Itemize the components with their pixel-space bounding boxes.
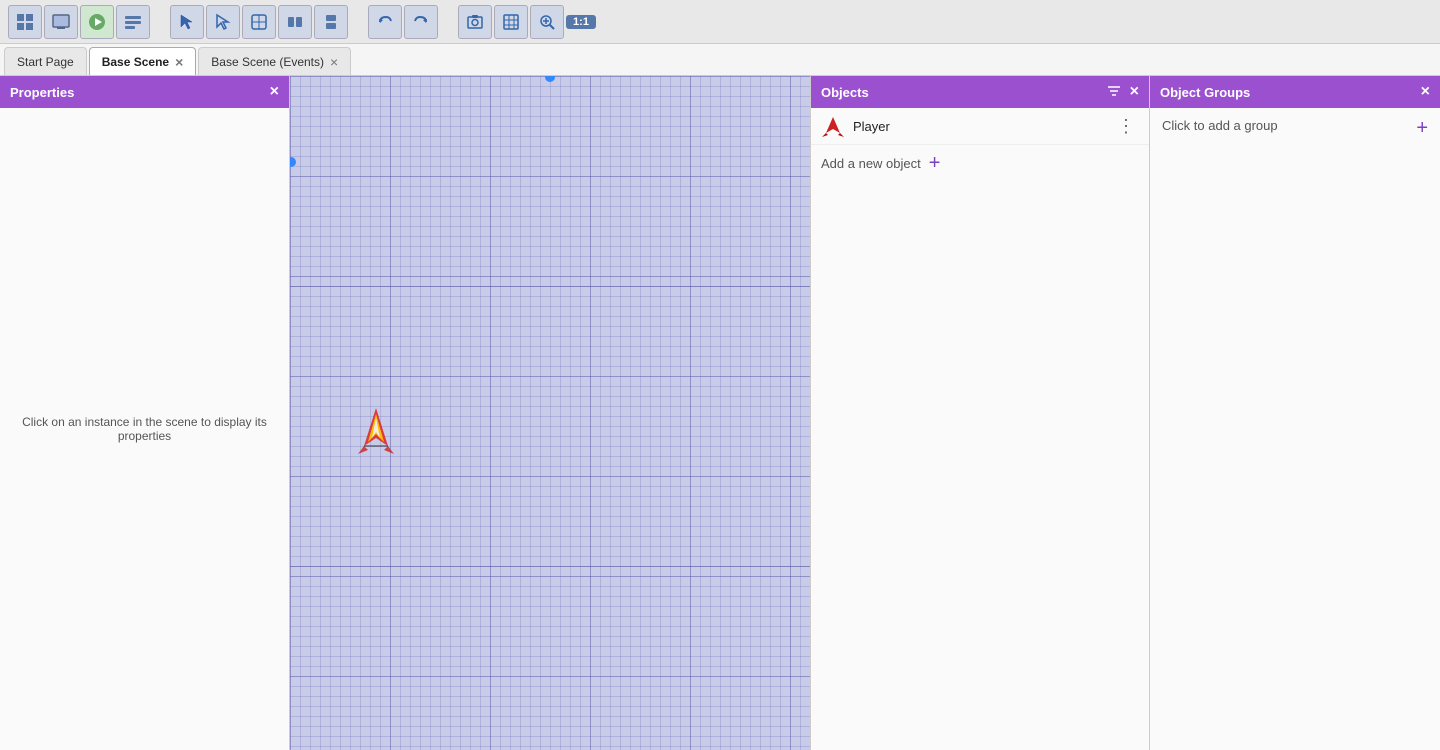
events-btn[interactable] [116, 5, 150, 39]
arrow-tool-btn[interactable] [206, 5, 240, 39]
select-tool-btn[interactable] [170, 5, 204, 39]
properties-content: Click on an instance in the scene to dis… [0, 108, 289, 750]
play-btn[interactable] [80, 5, 114, 39]
scene-canvas[interactable] [290, 76, 810, 750]
properties-panel: Properties × Click on an instance in the… [0, 76, 290, 750]
add-object-label: Add a new object [821, 156, 921, 171]
tab-base-scene-events-label: Base Scene (Events) [211, 55, 324, 69]
canvas-area[interactable] [290, 76, 810, 750]
object-groups-title: Object Groups [1160, 85, 1250, 100]
scene-btn[interactable] [44, 5, 78, 39]
add-object-btn[interactable]: + [929, 153, 941, 173]
objects-content: Player ⋮ Add a new object + [811, 108, 1149, 750]
undo-btn[interactable] [368, 5, 402, 39]
hline-1 [290, 286, 810, 287]
main-layout: Properties × Click on an instance in the… [0, 76, 1440, 750]
layout-h-btn[interactable] [278, 5, 312, 39]
objects-header-actions: × [1106, 83, 1139, 102]
toolbar: 1:1 [0, 0, 1440, 44]
history-tools [368, 5, 438, 39]
properties-header: Properties × [0, 76, 289, 108]
player-icon [821, 114, 845, 138]
tab-base-scene-events-close[interactable]: × [330, 55, 338, 69]
objects-close-btn[interactable]: × [1130, 84, 1139, 100]
tabs-bar: Start Page Base Scene × Base Scene (Even… [0, 44, 1440, 76]
zoom-ratio: 1:1 [566, 15, 596, 29]
layout-v-btn[interactable] [314, 5, 348, 39]
canvas-handle-left[interactable] [290, 157, 296, 167]
zoom-btn[interactable] [530, 5, 564, 39]
home-icon[interactable] [8, 5, 42, 39]
tab-base-scene[interactable]: Base Scene × [89, 47, 197, 75]
redo-btn[interactable] [404, 5, 438, 39]
file-tools [8, 5, 150, 39]
add-group-label[interactable]: Click to add a group [1162, 118, 1408, 133]
object-groups-panel: Object Groups × Click to add a group + [1150, 76, 1440, 750]
object-row-player[interactable]: Player ⋮ [811, 108, 1149, 145]
tab-base-scene-events[interactable]: Base Scene (Events) × [198, 47, 351, 75]
grid-btn[interactable] [494, 5, 528, 39]
view-tools: 1:1 [458, 5, 596, 39]
tab-start-page[interactable]: Start Page [4, 47, 87, 75]
properties-title: Properties [10, 85, 74, 100]
properties-header-actions: × [270, 84, 279, 100]
edit-tools [170, 5, 348, 39]
objects-header: Objects × [811, 76, 1149, 108]
properties-close-btn[interactable]: × [270, 84, 279, 100]
screenshot-btn[interactable] [458, 5, 492, 39]
object-groups-content[interactable]: Click to add a group + [1150, 108, 1440, 750]
tab-base-scene-close[interactable]: × [175, 55, 183, 69]
tab-start-page-label: Start Page [17, 55, 74, 69]
canvas-handle-top[interactable] [545, 76, 555, 82]
edit-btn[interactable] [242, 5, 276, 39]
filter-icon[interactable] [1106, 83, 1122, 102]
objects-panel: Objects × [810, 76, 1150, 750]
object-groups-header: Object Groups × [1150, 76, 1440, 108]
tab-base-scene-label: Base Scene [102, 55, 169, 69]
add-group-btn[interactable]: + [1416, 118, 1428, 138]
player-name: Player [853, 119, 1105, 134]
properties-placeholder: Click on an instance in the scene to dis… [12, 415, 277, 443]
hline-2 [290, 566, 810, 567]
add-object-row[interactable]: Add a new object + [811, 145, 1149, 181]
objects-title: Objects [821, 85, 869, 100]
object-groups-close-btn[interactable]: × [1421, 84, 1430, 100]
player-sprite[interactable] [358, 406, 394, 456]
player-menu-btn[interactable]: ⋮ [1113, 115, 1139, 137]
